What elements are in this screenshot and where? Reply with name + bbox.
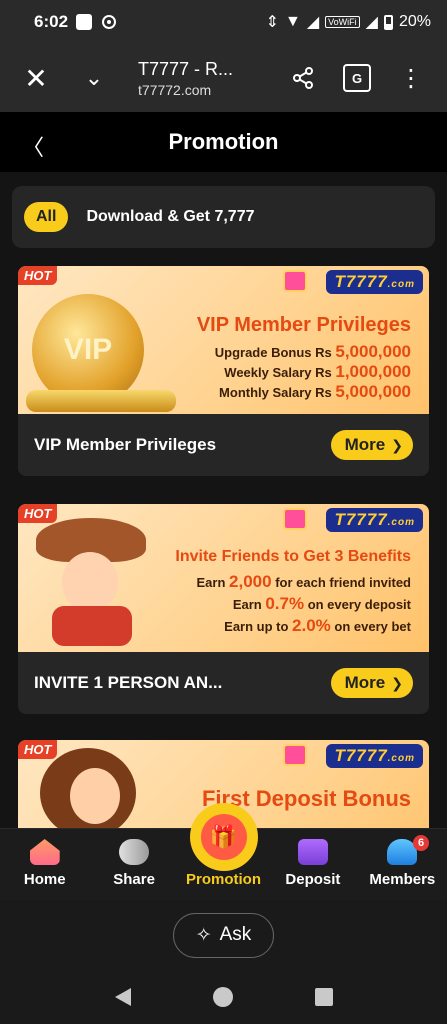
handshake-icon <box>119 839 150 865</box>
battery-icon <box>383 14 393 30</box>
page-title: Promotion <box>168 129 279 154</box>
nav-label: Members <box>369 871 436 888</box>
wifi-icon: ▼ <box>284 13 301 30</box>
nav-label: Share <box>113 871 155 888</box>
brand-logo: T7777.com <box>326 508 423 532</box>
chevron-right-icon: ❯ <box>391 674 403 691</box>
recents-square-icon[interactable] <box>314 988 333 1006</box>
gift-icon <box>283 744 307 766</box>
nav-label: Promotion <box>186 871 262 888</box>
promotion-gift-icon: 🎁 <box>189 803 258 871</box>
coins-stack-icon <box>26 390 176 412</box>
more-vert-icon[interactable]: ⋮ <box>391 58 431 98</box>
more-button[interactable]: More ❯ <box>330 430 413 460</box>
hot-tag: HOT <box>18 266 58 285</box>
members-badge: 6 <box>413 835 430 851</box>
promo-banner-invite[interactable]: HOT T7777.com Invite Friends to Get 3 Be… <box>18 504 429 652</box>
promo-card-vip[interactable]: HOT T7777.com VIP VIP Member Privileges … <box>18 266 429 476</box>
card-footer: VIP Member Privileges More ❯ <box>18 414 429 476</box>
banner-headline: Invite Friends to Get 3 Benefits <box>175 548 411 565</box>
close-icon[interactable]: ✕ <box>16 58 56 98</box>
browser-title-block[interactable]: T7777 - R... t77772.com <box>138 59 283 98</box>
promotion-list[interactable]: All Download & Get 7,777 HOT T7777.com V… <box>0 172 447 828</box>
banner-headline: VIP Member Privileges <box>196 314 411 336</box>
bottom-nav: Home Share 🎁 Promotion Deposit 6 Members <box>0 803 447 900</box>
vowifi-label: VoWiFi <box>325 16 360 28</box>
nav-label: Home <box>23 871 66 888</box>
app-header: 〈 Promotion <box>0 112 447 172</box>
banner-line-3: Earn up to 2.0% on every bet <box>224 616 411 635</box>
promo-card-invite[interactable]: HOT T7777.com Invite Friends to Get 3 Be… <box>18 504 429 714</box>
nav-promotion[interactable]: 🎁 Promotion <box>179 803 268 900</box>
nav-deposit[interactable]: Deposit <box>268 829 357 900</box>
status-time: 6:02 <box>34 12 69 31</box>
system-nav <box>0 970 447 1024</box>
browser-toolbar: ✕ ⌄ T7777 - R... t77772.com G ⋮ <box>0 44 447 112</box>
woman-mascot-icon <box>40 748 140 828</box>
banner-line-2: Weekly Salary Rs 1,000,000 <box>224 362 411 381</box>
chrome-icon <box>102 15 117 29</box>
status-right: ⇕ ▼ ◢ VoWiFi ◢ 20% <box>266 12 431 32</box>
ask-label: Ask <box>219 924 252 945</box>
filter-all-pill[interactable]: All <box>24 202 69 232</box>
translate-icon[interactable]: G <box>337 58 377 98</box>
brand-logo: T7777.com <box>326 270 423 294</box>
home-icon <box>29 839 60 865</box>
chevron-down-icon[interactable]: ⌄ <box>74 58 114 98</box>
gift-icon <box>283 508 307 530</box>
brand-logo: T7777.com <box>326 744 423 768</box>
banner-line-1: Earn 2,000 for each friend invited <box>196 572 411 591</box>
signal-icon-2: ◢ <box>365 14 378 31</box>
filter-download-tab[interactable]: Download & Get 7,777 <box>86 208 254 226</box>
browser-page-title: T7777 - R... <box>138 58 234 79</box>
banner-line-1: Upgrade Bonus Rs 5,000,000 <box>214 342 411 361</box>
banner-line-3: Monthly Salary Rs 5,000,000 <box>219 382 411 401</box>
ask-button[interactable]: ✧ Ask <box>172 912 275 958</box>
back-icon[interactable]: 〈 <box>22 130 44 162</box>
browser-url: t77772.com <box>138 81 212 98</box>
gift-icon <box>283 270 307 292</box>
wallet-icon <box>297 839 328 865</box>
promo-banner-vip[interactable]: HOT T7777.com VIP VIP Member Privileges … <box>18 266 429 414</box>
notification-square-icon <box>76 14 93 30</box>
nav-share[interactable]: Share <box>89 829 178 900</box>
banner-line-2: Earn 0.7% on every deposit <box>232 594 411 613</box>
vibrate-icon: ⇕ <box>265 14 279 31</box>
ask-sparkle-icon: ✧ <box>195 924 212 946</box>
back-triangle-icon[interactable] <box>114 988 131 1006</box>
status-bar: 6:02 ⇕ ▼ ◢ VoWiFi ◢ 20% <box>0 0 447 44</box>
more-button[interactable]: More ❯ <box>330 668 413 698</box>
filter-bar: All Download & Get 7,777 <box>12 186 435 248</box>
chevron-right-icon: ❯ <box>391 436 403 453</box>
nav-members[interactable]: 6 Members <box>358 829 447 900</box>
card-title: INVITE 1 PERSON AN... <box>34 673 223 692</box>
cowgirl-mascot-icon <box>36 518 146 648</box>
signal-icon: ◢ <box>306 14 320 31</box>
nav-label: Deposit <box>285 871 341 888</box>
share-icon[interactable] <box>283 58 323 98</box>
card-title: VIP Member Privileges <box>34 435 217 454</box>
home-circle-icon[interactable] <box>212 987 233 1007</box>
battery-percent: 20% <box>398 13 431 30</box>
nav-home[interactable]: Home <box>0 829 89 900</box>
card-footer: INVITE 1 PERSON AN... More ❯ <box>18 652 429 714</box>
ask-area: ✧ Ask <box>0 900 447 970</box>
